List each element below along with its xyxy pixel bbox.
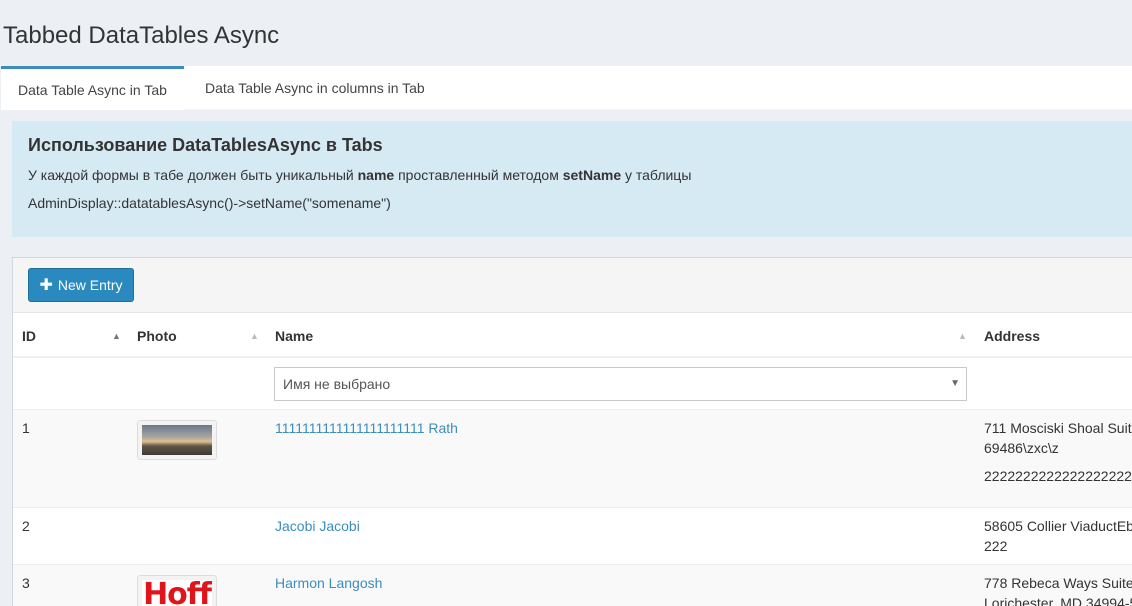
name-link[interactable]: Harmon Langosh bbox=[275, 573, 382, 593]
column-header-id[interactable]: ID bbox=[22, 314, 36, 358]
new-entry-button[interactable]: ✚ New Entry bbox=[28, 268, 134, 302]
callout-code: AdminDisplay::datatablesAsync()->setName… bbox=[28, 195, 391, 211]
cell-address: 711 Mosciski Shoal Suite 69486\zxc\z 222… bbox=[984, 418, 1132, 486]
address-line: 58605 Collier ViaductEb bbox=[984, 518, 1132, 534]
panel-toolbar: ✚ New Entry bbox=[13, 258, 1132, 313]
table-header: ID ▲ Photo ▲ Name ▲ Address bbox=[13, 314, 1132, 358]
name-filter-placeholder: Имя не выбрано bbox=[283, 376, 391, 392]
cell-address: 58605 Collier ViaductEb 222 bbox=[984, 516, 1132, 556]
name-filter-select[interactable]: Имя не выбрано ▼ bbox=[274, 367, 967, 401]
table-row: 2 Jacobi Jacobi 58605 Collier ViaductEb … bbox=[13, 507, 1132, 564]
address-line: 69486\zxc\z bbox=[984, 440, 1059, 456]
callout-bold-setname: setName bbox=[562, 167, 622, 183]
column-header-photo[interactable]: Photo bbox=[137, 314, 177, 358]
sort-icon[interactable]: ▲ bbox=[958, 314, 967, 358]
address-line: 778 Rebeca Ways Suite bbox=[984, 575, 1132, 591]
sunset-image bbox=[142, 425, 212, 455]
sort-icon[interactable]: ▲ bbox=[250, 314, 259, 358]
new-entry-label: New Entry bbox=[57, 277, 123, 293]
tab-data-table-async-columns[interactable]: Data Table Async in columns in Tab bbox=[188, 66, 442, 110]
address-line: Lorichester, MD 34994-5 bbox=[984, 595, 1132, 606]
callout-text-part: проставленный методом bbox=[394, 167, 563, 183]
sort-asc-icon[interactable]: ▲ bbox=[112, 314, 121, 358]
address-line: 222 bbox=[984, 538, 1008, 554]
callout-text: У каждой формы в табе должен быть уникал… bbox=[28, 167, 691, 183]
column-header-address[interactable]: Address bbox=[984, 314, 1040, 358]
table-panel: ✚ New Entry ID ▲ Photo ▲ Name ▲ Address … bbox=[12, 257, 1132, 606]
row-photo[interactable] bbox=[137, 420, 217, 460]
row-photo[interactable]: Hoff bbox=[137, 575, 217, 606]
chevron-down-icon: ▼ bbox=[950, 378, 960, 389]
address-line: 711 Mosciski Shoal Suite bbox=[984, 420, 1132, 436]
table-row: 3 Hoff Harmon Langosh 778 Rebeca Ways Su… bbox=[13, 564, 1132, 606]
callout-text-part: У каждой формы в табе должен быть уникал… bbox=[28, 167, 358, 183]
hoff-logo-image: Hoff bbox=[142, 580, 212, 606]
cell-id: 1 bbox=[22, 420, 30, 436]
column-header-name[interactable]: Name bbox=[275, 314, 313, 358]
tab-bar: Data Table Async in Tab Data Table Async… bbox=[1, 66, 1132, 110]
plus-icon: ✚ bbox=[39, 277, 53, 294]
table-row: 1 1111111111111111111111 Rath 711 Moscis… bbox=[13, 409, 1132, 507]
filter-row: Имя не выбрано ▼ bbox=[13, 359, 1132, 409]
name-link[interactable]: 1111111111111111111111 Rath bbox=[275, 418, 458, 438]
info-callout: Использование DataTablesAsync в Tabs У к… bbox=[12, 121, 1132, 237]
cell-address: 778 Rebeca Ways Suite Lorichester, MD 34… bbox=[984, 573, 1132, 606]
name-link[interactable]: Jacobi Jacobi bbox=[275, 516, 360, 536]
callout-title: Использование DataTablesAsync в Tabs bbox=[28, 135, 383, 155]
page-title: Tabbed DataTables Async bbox=[3, 22, 280, 49]
tab-data-table-async[interactable]: Data Table Async in Tab bbox=[1, 66, 184, 110]
cell-id: 3 bbox=[22, 575, 30, 591]
address-line: 2222222222222222222222 bbox=[984, 468, 1132, 484]
callout-text-part: у таблицы bbox=[621, 167, 692, 183]
cell-id: 2 bbox=[22, 518, 30, 534]
callout-bold-name: name bbox=[357, 167, 395, 183]
